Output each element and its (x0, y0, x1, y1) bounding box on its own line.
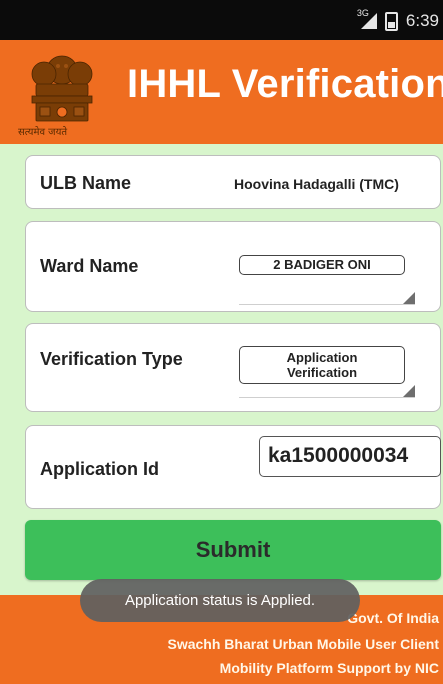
submit-button[interactable]: Submit (25, 520, 441, 580)
footer-support: Mobility Platform Support by NIC (219, 660, 439, 676)
dropdown-triangle-icon (403, 385, 415, 397)
ward-name-card: Ward Name 2 BADIGER ONI (25, 221, 441, 312)
toast-message: Application status is Applied. (80, 579, 360, 622)
clock: 6:39 (405, 11, 439, 30)
verification-type-card: Verification Type Application Verificati… (25, 323, 441, 412)
battery-icon (384, 11, 398, 31)
footer-client: Swachh Bharat Urban Mobile User Client (167, 636, 440, 652)
emblem-caption: सत्यमेव जयते (18, 127, 68, 138)
ulb-name-label: ULB Name (40, 173, 132, 193)
signal-icon: 3G (357, 8, 377, 29)
verification-type-dropdown[interactable]: Application Verification (239, 346, 415, 398)
verification-type-selected: Application Verification (239, 346, 405, 384)
application-id-card: Application Id ka1500000034 (25, 425, 441, 509)
verification-type-label: Verification Type (40, 349, 183, 369)
dropdown-triangle-icon (403, 292, 415, 304)
status-bar: 3G 6:39 (0, 0, 443, 40)
ward-name-dropdown[interactable]: 2 BADIGER ONI (239, 255, 415, 305)
application-id-input[interactable]: ka1500000034 (259, 436, 441, 477)
ward-name-label: Ward Name (40, 256, 139, 276)
verification-type-line1: Application (286, 350, 358, 365)
app-header: सत्यमेव जयते IHHL Verification (0, 40, 443, 144)
app-title: IHHL Verification (127, 62, 443, 106)
footer-govt: Govt. Of India (347, 610, 439, 626)
ward-name-selected: 2 BADIGER ONI (239, 255, 405, 275)
application-id-label: Application Id (40, 459, 159, 479)
verification-type-line2: Verification (286, 365, 358, 380)
ulb-name-card: ULB Name Hoovina Hadagalli (TMC) (25, 155, 441, 209)
ulb-name-value: Hoovina Hadagalli (TMC) (234, 176, 399, 192)
